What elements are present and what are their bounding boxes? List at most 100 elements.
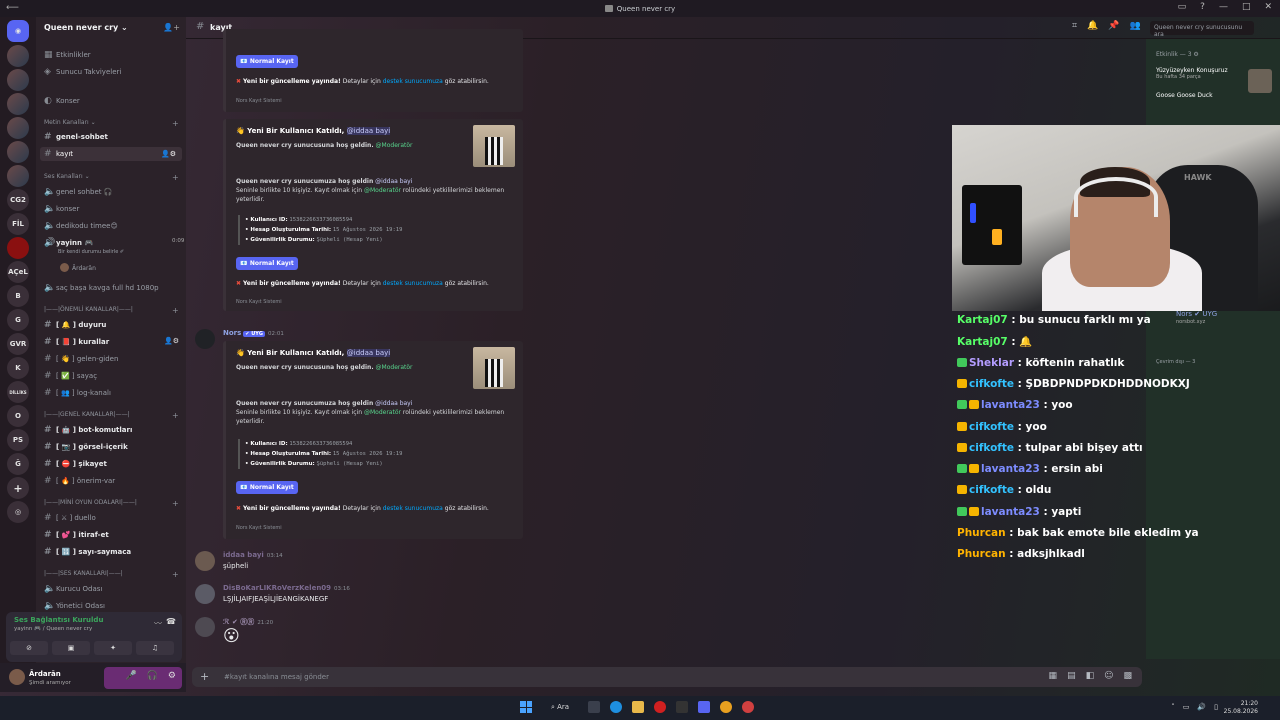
bot-avatar[interactable] bbox=[195, 329, 215, 349]
voice-channel[interactable]: 🔈Kurucu Odası bbox=[44, 584, 102, 594]
server-icon[interactable]: CG2 bbox=[7, 189, 29, 211]
category-voice[interactable]: Ses Kanalları ⌄ + bbox=[44, 173, 179, 182]
boosts-item[interactable]: ◈ Sunucu Takviyeleri bbox=[44, 67, 121, 77]
normal-kayit-button[interactable]: 📧 Normal Kayıt bbox=[236, 55, 298, 68]
network-icon[interactable]: ▭ bbox=[1183, 703, 1190, 711]
channel-duyuru[interactable]: #[ 🔔 ] duyuru bbox=[44, 320, 106, 330]
channel-onerim-var[interactable]: #[ 🔥 ] önerim-var bbox=[44, 476, 115, 486]
folder-icon[interactable] bbox=[632, 701, 644, 713]
server-icon[interactable] bbox=[7, 117, 29, 139]
server-icon[interactable] bbox=[7, 165, 29, 187]
server-icon[interactable] bbox=[7, 45, 29, 67]
bell-icon[interactable]: 🔔 bbox=[1087, 21, 1098, 31]
category-genel[interactable]: |——|GENEL KANALLAR|——| + bbox=[44, 411, 179, 420]
channel-itiraf-et[interactable]: #[ 💕 ] itiraf-et bbox=[44, 530, 109, 540]
add-channel-icon[interactable]: + bbox=[172, 570, 179, 579]
settings-icon[interactable]: 👤⚙ bbox=[161, 150, 176, 158]
voice-channel[interactable]: 🔈dedikodu timee😊 bbox=[44, 221, 118, 231]
clock[interactable]: 21:20 25.08.2026 bbox=[1224, 700, 1258, 716]
add-channel-icon[interactable]: + bbox=[172, 411, 179, 420]
voice-channel[interactable]: 🔈konser bbox=[44, 204, 79, 214]
apps-icon[interactable]: ▩ bbox=[1123, 671, 1132, 681]
battery-icon[interactable]: ▯ bbox=[1214, 703, 1218, 711]
close-button[interactable]: ✕ bbox=[1264, 2, 1272, 12]
volume-icon[interactable]: 🔊 bbox=[1197, 703, 1206, 711]
camera-off-button[interactable]: ⊘ bbox=[10, 641, 48, 655]
screen-share-button[interactable]: ▣ bbox=[52, 641, 90, 655]
member-nors[interactable]: Nors ✔ UYG bbox=[1176, 310, 1217, 318]
gear-icon[interactable]: ⚙ bbox=[168, 671, 176, 681]
opera-icon[interactable] bbox=[654, 701, 666, 713]
emoji-icon[interactable]: ☺ bbox=[1104, 671, 1113, 681]
add-member-icon[interactable]: 👤+ bbox=[163, 23, 180, 32]
avatar[interactable] bbox=[195, 584, 215, 604]
noise-icon[interactable]: 〰 bbox=[154, 618, 162, 629]
gift-icon[interactable]: ▦ bbox=[1049, 671, 1058, 681]
voice-channel[interactable]: 🔈genel sohbet 🎧 bbox=[44, 187, 112, 197]
pin-icon[interactable]: 📌 bbox=[1108, 21, 1119, 31]
chevron-up-icon[interactable]: ˄ bbox=[1171, 703, 1175, 711]
avatar[interactable] bbox=[195, 551, 215, 571]
events-item[interactable]: ▦ Etkinlikler bbox=[44, 50, 91, 60]
server-icon[interactable]: G bbox=[7, 309, 29, 331]
server-icon[interactable]: DİLLİKS bbox=[7, 381, 29, 403]
add-channel-icon[interactable]: + bbox=[172, 173, 179, 182]
stage-channel-konser[interactable]: ◐ Konser bbox=[44, 96, 80, 106]
avatar[interactable] bbox=[9, 669, 25, 685]
channel-sikayet[interactable]: #[ ⛔ ] şikayet bbox=[44, 459, 107, 469]
channel-gorsel-icerik[interactable]: #[ 📷 ] görsel-içerik bbox=[44, 442, 128, 452]
channel-genel-sohbet[interactable]: # genel-sohbet bbox=[44, 132, 108, 142]
voice-channel-path[interactable]: yayinn 🎮 / Queen never cry bbox=[14, 626, 92, 632]
voice-channel[interactable]: 🔈Yönetici Odası bbox=[44, 601, 105, 611]
avatar[interactable] bbox=[195, 617, 215, 637]
voice-channel-yayinn[interactable]: 🔊yayinn 🎮 0:09 bbox=[44, 238, 184, 248]
disconnect-icon[interactable]: ☎ bbox=[166, 617, 176, 626]
message-author[interactable]: DisBoKarLIKRoVerzKelen09 03:16 bbox=[223, 584, 350, 592]
server-icon[interactable]: O bbox=[7, 405, 29, 427]
add-channel-icon[interactable]: + bbox=[172, 306, 179, 315]
add-channel-icon[interactable]: + bbox=[172, 119, 179, 128]
app-icon[interactable] bbox=[742, 701, 754, 713]
add-channel-icon[interactable]: + bbox=[172, 499, 179, 508]
server-icon[interactable] bbox=[7, 237, 29, 259]
task-view-icon[interactable] bbox=[588, 701, 600, 713]
voice-user[interactable]: Ārdarān bbox=[60, 263, 96, 272]
channel-sayi-saymaca[interactable]: #[ 🔢 ] sayı-saymaca bbox=[44, 547, 131, 557]
edge-icon[interactable] bbox=[610, 701, 622, 713]
channel-kurallar[interactable]: #[ 📕 ] kurallar 👤⚙ bbox=[44, 337, 179, 347]
add-server-icon[interactable]: + bbox=[7, 477, 29, 499]
server-icon[interactable]: FİL bbox=[7, 213, 29, 235]
threads-icon[interactable]: ⌗ bbox=[1072, 21, 1077, 31]
channel-sayac[interactable]: #[ ✅ ] sayaç bbox=[44, 371, 97, 381]
obs-icon[interactable] bbox=[676, 701, 688, 713]
back-icon[interactable]: ⟵ bbox=[6, 3, 19, 13]
windows-start-icon[interactable] bbox=[520, 701, 532, 713]
server-icon[interactable] bbox=[7, 141, 29, 163]
plus-icon[interactable]: + bbox=[200, 670, 209, 683]
discord-icon[interactable] bbox=[698, 701, 710, 713]
soundboard-button[interactable]: ♫ bbox=[136, 641, 174, 655]
maximize-button[interactable]: □ bbox=[1242, 2, 1251, 12]
server-icon[interactable] bbox=[7, 93, 29, 115]
message-composer[interactable]: + #kayıt kanalına mesaj gönder ▦ ▤ ◧ ☺ ▩ bbox=[192, 667, 1142, 687]
sticker-icon[interactable]: ◧ bbox=[1086, 671, 1095, 681]
settings-icon[interactable]: 👤⚙ bbox=[164, 337, 179, 345]
channel-duello[interactable]: #[ ⚔ ] duello bbox=[44, 513, 96, 523]
channel-log-kanali[interactable]: #[ 👥 ] log-kanalı bbox=[44, 388, 111, 398]
normal-kayit-button[interactable]: 📧 Normal Kayıt bbox=[236, 257, 298, 270]
gif-icon[interactable]: ▤ bbox=[1067, 671, 1076, 681]
chrome-icon[interactable] bbox=[720, 701, 732, 713]
message-author[interactable]: iddaa bayi 03:14 bbox=[223, 551, 283, 559]
minimize-button[interactable]: — bbox=[1219, 2, 1228, 12]
server-icon[interactable]: K bbox=[7, 357, 29, 379]
server-icon[interactable]: B bbox=[7, 285, 29, 307]
channel-kayit[interactable]: # kayıt 👤⚙ bbox=[40, 147, 182, 161]
bot-name[interactable]: Nors ✔ UYG 02:01 bbox=[223, 329, 284, 337]
server-name[interactable]: Queen never cry ⌄ bbox=[44, 23, 128, 32]
channel-gelen-giden[interactable]: #[ 👋 ] gelen-giden bbox=[44, 354, 118, 364]
server-icon[interactable]: AÇeL bbox=[7, 261, 29, 283]
activity-item[interactable]: Yüzyüzeyken Konuşuruz Bu hafta 34 parça Go… bbox=[1156, 67, 1246, 99]
normal-kayit-button[interactable]: 📧 Normal Kayıt bbox=[236, 481, 298, 494]
members-icon[interactable]: 👥 bbox=[1130, 21, 1141, 31]
taskbar-search[interactable]: ⌕ Ara bbox=[542, 703, 578, 712]
